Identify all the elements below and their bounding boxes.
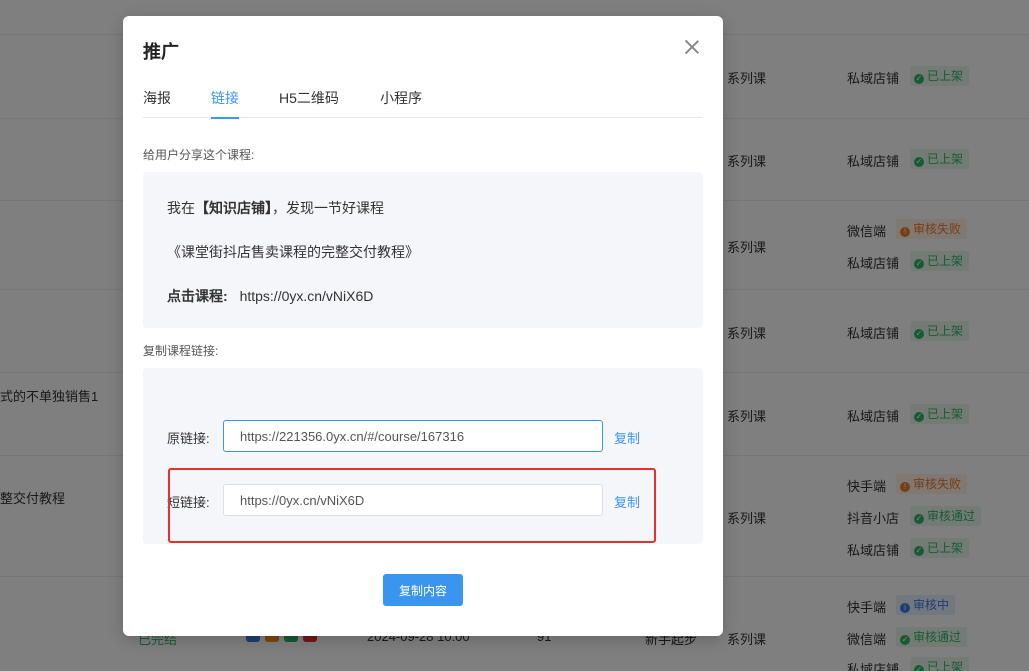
tab-h5-qrcode[interactable]: H5二维码 [279,88,339,118]
short-link-label: 短链接: [167,495,210,510]
click-url: https://0yx.cn/vNiX6D [239,288,374,304]
promotion-dialog: 推广 海报 链接 H5二维码 小程序 给用户分享这个课程: 我在【知识店铺】，发… [123,16,723,636]
original-link-label: 原链接: [167,431,210,446]
tab-poster[interactable]: 海报 [143,88,171,118]
link-box: 原链接: 复制 短链接: 复制 [143,368,703,544]
tab-link[interactable]: 链接 [211,88,239,119]
share-text-box: 我在【知识店铺】，发现一节好课程 《课堂街抖店售卖课程的完整交付教程》 点击课程… [143,172,703,328]
copy-original-link-button[interactable]: 复制 [614,428,640,447]
copy-content-button[interactable]: 复制内容 [383,574,463,606]
copy-section-label: 复制课程链接: [143,344,219,358]
share-course-title: 《课堂街抖店售卖课程的完整交付教程》 [167,244,419,260]
shop-name: 【知识店铺】 [195,200,272,216]
share-click-line: 点击课程: https://0yx.cn/vNiX6D [167,286,373,306]
tab-mini-program[interactable]: 小程序 [380,88,422,118]
share-intro: 我在【知识店铺】，发现一节好课程 [167,200,384,216]
copy-short-link-button[interactable]: 复制 [614,492,640,511]
dialog-title: 推广 [143,42,179,62]
share-section-label: 给用户分享这个课程: [143,148,255,162]
short-link-input[interactable] [223,484,603,516]
click-label: 点击课程: [167,288,228,304]
promotion-tabs: 海报 链接 H5二维码 小程序 [143,88,703,119]
original-link-input[interactable] [223,420,603,452]
close-icon[interactable] [681,36,703,58]
